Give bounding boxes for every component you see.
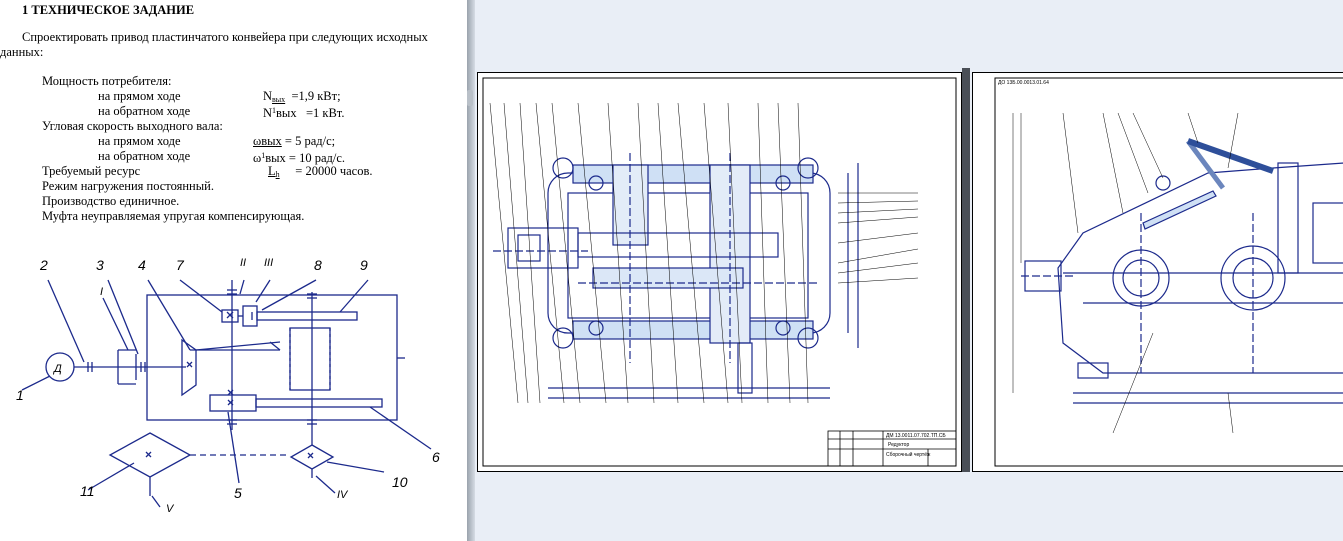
kinematic-scheme: 2 3 4 7 8 9 1 6 5 10 11 Д I II III IV V bbox=[16, 257, 440, 515]
speed-forward-value: ωвых = 5 рад/с; bbox=[253, 134, 336, 148]
speed-label: Угловая скорость выходного вала: bbox=[42, 119, 223, 133]
scheme-label-9: 9 bbox=[360, 257, 368, 273]
scheme-label-2: 2 bbox=[39, 257, 48, 273]
power-forward-label: на прямом ходе bbox=[98, 89, 181, 103]
speed-back-label: на обратном ходе bbox=[98, 149, 191, 163]
gearbox-assembly-drawing: ДМ 13.0011.07.702.ТП.СБ Редуктор Сборочн… bbox=[482, 77, 957, 467]
scheme-label-3: 3 bbox=[96, 257, 104, 273]
scheme-label-8: 8 bbox=[314, 257, 322, 273]
drawing-preview-area: ДМ 13.0011.07.702.ТП.СБ Редуктор Сборочн… bbox=[475, 0, 1343, 541]
gearbox-drawing-sheet[interactable]: ДМ 13.0011.07.702.ТП.СБ Редуктор Сборочн… bbox=[477, 72, 962, 472]
power-back-value: N1вых =1 кВт. bbox=[263, 106, 345, 120]
scheme-label-7: 7 bbox=[176, 257, 185, 273]
drive-drawing-sheet[interactable]: ДО 13Б.00.0013.01.64 bbox=[972, 72, 1343, 472]
roman-label-V: V bbox=[166, 503, 175, 515]
gearbox-housing bbox=[146, 294, 398, 421]
roman-label-II: II bbox=[240, 257, 246, 269]
production-line: Производство единичное. bbox=[42, 194, 180, 208]
scheme-label-11: 11 bbox=[80, 483, 95, 499]
motor-label: Д bbox=[52, 363, 62, 375]
sheet-separator bbox=[962, 68, 970, 472]
intro-line-2: данных: bbox=[0, 45, 44, 59]
scheme-label-1: 1 bbox=[16, 387, 24, 403]
coupling-line: Муфта неуправляемая упругая компенсирующ… bbox=[42, 209, 305, 223]
roman-label-III: III bbox=[264, 257, 273, 269]
gearbox-drawing-subtitle: Сборочный чертёж bbox=[886, 451, 931, 458]
page-shadow bbox=[467, 0, 475, 541]
vertical-scroll-thumb[interactable] bbox=[467, 90, 473, 106]
mode-line: Режим нагружения постоянный. bbox=[42, 179, 214, 193]
roman-label-I: I bbox=[100, 286, 103, 298]
document-page: 1 ТЕХНИЧЕСКОЕ ЗАДАНИЕ Спроектировать при… bbox=[0, 0, 467, 541]
scheme-label-6: 6 bbox=[432, 449, 440, 465]
gearbox-drawing-name: Редуктор bbox=[888, 442, 909, 448]
scheme-label-10: 10 bbox=[392, 474, 408, 490]
section-heading: 1 ТЕХНИЧЕСКОЕ ЗАДАНИЕ bbox=[22, 3, 195, 17]
power-back-label: на обратном ходе bbox=[98, 104, 191, 118]
gearbox-drawing-code: ДМ 13.0011.07.702.ТП.СБ bbox=[886, 433, 946, 439]
speed-forward-label: на прямом ходе bbox=[98, 134, 181, 148]
speed-back-value: ω1вых = 10 рад/с. bbox=[253, 151, 346, 165]
intro-line-1: Спроектировать привод пластинчатого конв… bbox=[22, 30, 428, 44]
scheme-label-5: 5 bbox=[234, 485, 242, 501]
roman-label-IV: IV bbox=[337, 489, 349, 501]
scheme-label-4: 4 bbox=[138, 257, 146, 273]
resource-value: Lh = 20000 часов. bbox=[268, 164, 373, 179]
drive-drawing-corner-code: ДО 13Б.00.0013.01.64 bbox=[998, 80, 1049, 86]
drive-general-view-drawing: ДО 13Б.00.0013.01.64 bbox=[994, 77, 1343, 467]
resource-label: Требуемый ресурс bbox=[42, 164, 141, 178]
power-label: Мощность потребителя: bbox=[42, 74, 172, 88]
